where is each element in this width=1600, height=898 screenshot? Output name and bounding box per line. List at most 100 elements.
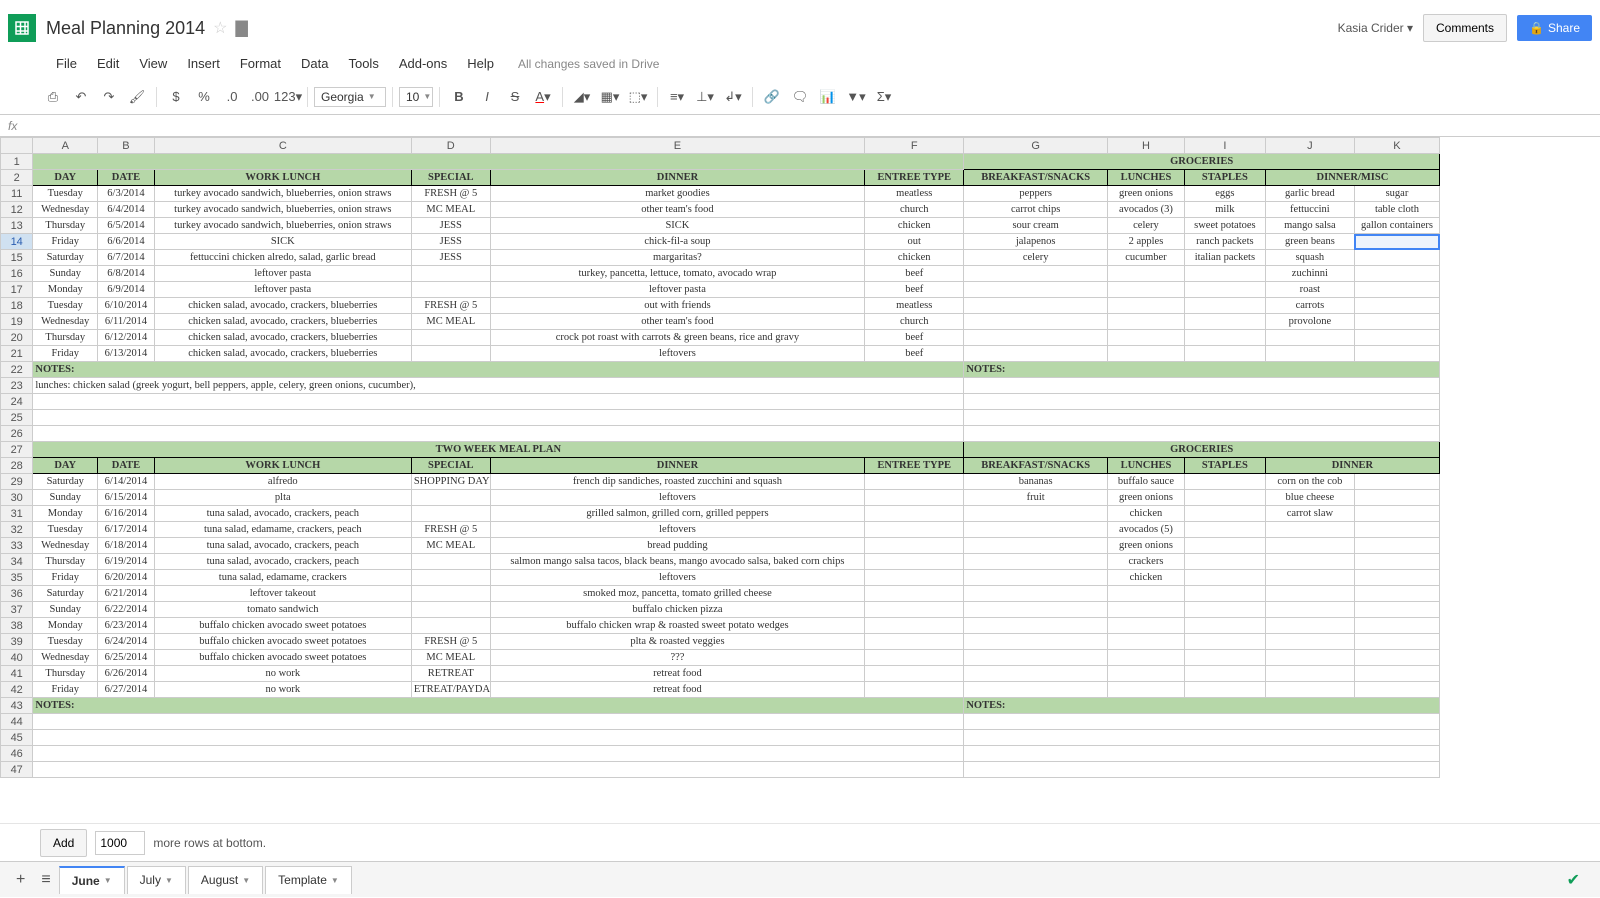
cell[interactable]: 2 apples — [1108, 234, 1185, 250]
cell[interactable]: leftover takeout — [154, 586, 411, 602]
cell[interactable]: alfredo — [154, 474, 411, 490]
cell[interactable] — [964, 282, 1108, 298]
cell[interactable] — [1184, 538, 1265, 554]
halign-icon[interactable]: ≡▾ — [664, 84, 690, 110]
cell[interactable] — [1108, 602, 1185, 618]
cell[interactable]: 6/9/2014 — [98, 282, 155, 298]
cell[interactable] — [1354, 538, 1439, 554]
cell[interactable] — [964, 714, 1440, 730]
cell[interactable] — [1354, 682, 1439, 698]
doc-title[interactable]: Meal Planning 2014 — [46, 18, 205, 39]
cell[interactable] — [1265, 586, 1354, 602]
cell[interactable] — [411, 506, 490, 522]
all-sheets-icon[interactable]: ≡ — [33, 867, 58, 893]
cell[interactable]: Thursday — [33, 666, 98, 682]
user-name[interactable]: Kasia Crider ▾ — [1338, 21, 1413, 35]
cell[interactable]: bananas — [964, 474, 1108, 490]
row-header[interactable]: 15 — [1, 250, 33, 266]
cell[interactable] — [964, 346, 1108, 362]
row-header[interactable]: 2 — [1, 170, 33, 186]
selected-cell[interactable] — [1354, 234, 1439, 250]
cell[interactable]: leftovers — [490, 522, 864, 538]
cell[interactable] — [1265, 682, 1354, 698]
cell[interactable] — [964, 554, 1108, 570]
cell[interactable]: 6/26/2014 — [98, 666, 155, 682]
cell[interactable]: avocados (5) — [1108, 522, 1185, 538]
merge-icon[interactable]: ⬚▾ — [625, 84, 651, 110]
link-icon[interactable]: 🔗 — [759, 84, 785, 110]
cell[interactable]: other team's food — [490, 202, 864, 218]
chart-icon[interactable]: 📊 — [815, 84, 841, 110]
cell[interactable]: FRESH @ 5 — [411, 634, 490, 650]
cell[interactable] — [1354, 522, 1439, 538]
cell[interactable]: out with friends — [490, 298, 864, 314]
cell[interactable]: smoked moz, pancetta, tomato grilled che… — [490, 586, 864, 602]
cell[interactable]: green beans — [1265, 234, 1354, 250]
cell[interactable] — [865, 490, 964, 506]
notes-label[interactable]: NOTES: — [964, 362, 1440, 378]
notes-label[interactable]: NOTES: — [964, 698, 1440, 714]
cell[interactable]: chicken salad, avocado, crackers, bluebe… — [154, 330, 411, 346]
cell[interactable] — [964, 410, 1440, 426]
cell[interactable] — [865, 570, 964, 586]
cell[interactable] — [1265, 554, 1354, 570]
cell[interactable] — [411, 266, 490, 282]
row-header[interactable]: 29 — [1, 474, 33, 490]
paint-format-icon[interactable]: 🖌 — [124, 84, 150, 110]
cell[interactable]: ??? — [490, 650, 864, 666]
formula-input[interactable] — [25, 119, 1592, 133]
cell[interactable]: green onions — [1108, 186, 1185, 202]
cell[interactable] — [865, 586, 964, 602]
cell[interactable]: chick-fil-a soup — [490, 234, 864, 250]
wrap-icon[interactable]: ↲▾ — [720, 84, 746, 110]
menu-file[interactable]: File — [48, 52, 85, 75]
cell[interactable]: celery — [1108, 218, 1185, 234]
text-color-icon[interactable]: A▾ — [530, 84, 556, 110]
cell[interactable] — [865, 666, 964, 682]
add-sheet-icon[interactable]: + — [8, 867, 33, 893]
star-icon[interactable]: ☆ — [213, 18, 227, 38]
share-button[interactable]: 🔒 Share — [1517, 15, 1592, 41]
cell[interactable] — [1265, 666, 1354, 682]
cell[interactable] — [1108, 282, 1185, 298]
cell[interactable] — [1184, 506, 1265, 522]
cell[interactable] — [1108, 682, 1185, 698]
cell[interactable] — [964, 762, 1440, 778]
row-header[interactable]: 46 — [1, 746, 33, 762]
cell[interactable] — [1265, 602, 1354, 618]
cell[interactable] — [1184, 330, 1265, 346]
cell[interactable]: market goodies — [490, 186, 864, 202]
cell[interactable]: turkey, pancetta, lettuce, tomato, avoca… — [490, 266, 864, 282]
col-header[interactable]: A — [33, 138, 98, 154]
comments-button[interactable]: Comments — [1423, 14, 1507, 42]
percent-icon[interactable]: % — [191, 84, 217, 110]
strike-icon[interactable]: S — [502, 84, 528, 110]
cell[interactable] — [1108, 586, 1185, 602]
cell[interactable] — [964, 570, 1108, 586]
cell[interactable]: buffalo chicken wrap & roasted sweet pot… — [490, 618, 864, 634]
cell[interactable]: roast — [1265, 282, 1354, 298]
cell[interactable]: 6/15/2014 — [98, 490, 155, 506]
cell[interactable]: beef — [865, 266, 964, 282]
row-header[interactable]: 32 — [1, 522, 33, 538]
cell[interactable]: 6/5/2014 — [98, 218, 155, 234]
cell[interactable] — [1184, 634, 1265, 650]
cell[interactable]: 6/6/2014 — [98, 234, 155, 250]
cell[interactable] — [964, 730, 1440, 746]
font-select[interactable]: Georgia▼ — [314, 87, 386, 107]
cell[interactable]: 6/17/2014 — [98, 522, 155, 538]
cell[interactable]: no work — [154, 666, 411, 682]
row-header[interactable]: 12 — [1, 202, 33, 218]
cell[interactable] — [1184, 682, 1265, 698]
cell[interactable] — [1265, 330, 1354, 346]
italic-icon[interactable]: I — [474, 84, 500, 110]
menu-format[interactable]: Format — [232, 52, 289, 75]
cell[interactable] — [964, 378, 1440, 394]
groceries-header[interactable]: GROCERIES — [964, 154, 1440, 170]
cell[interactable]: beef — [865, 346, 964, 362]
cell[interactable]: chicken salad, avocado, crackers, bluebe… — [154, 314, 411, 330]
row-header[interactable]: 13 — [1, 218, 33, 234]
cell[interactable]: Saturday — [33, 474, 98, 490]
cell[interactable] — [1108, 666, 1185, 682]
cell[interactable] — [1354, 250, 1439, 266]
